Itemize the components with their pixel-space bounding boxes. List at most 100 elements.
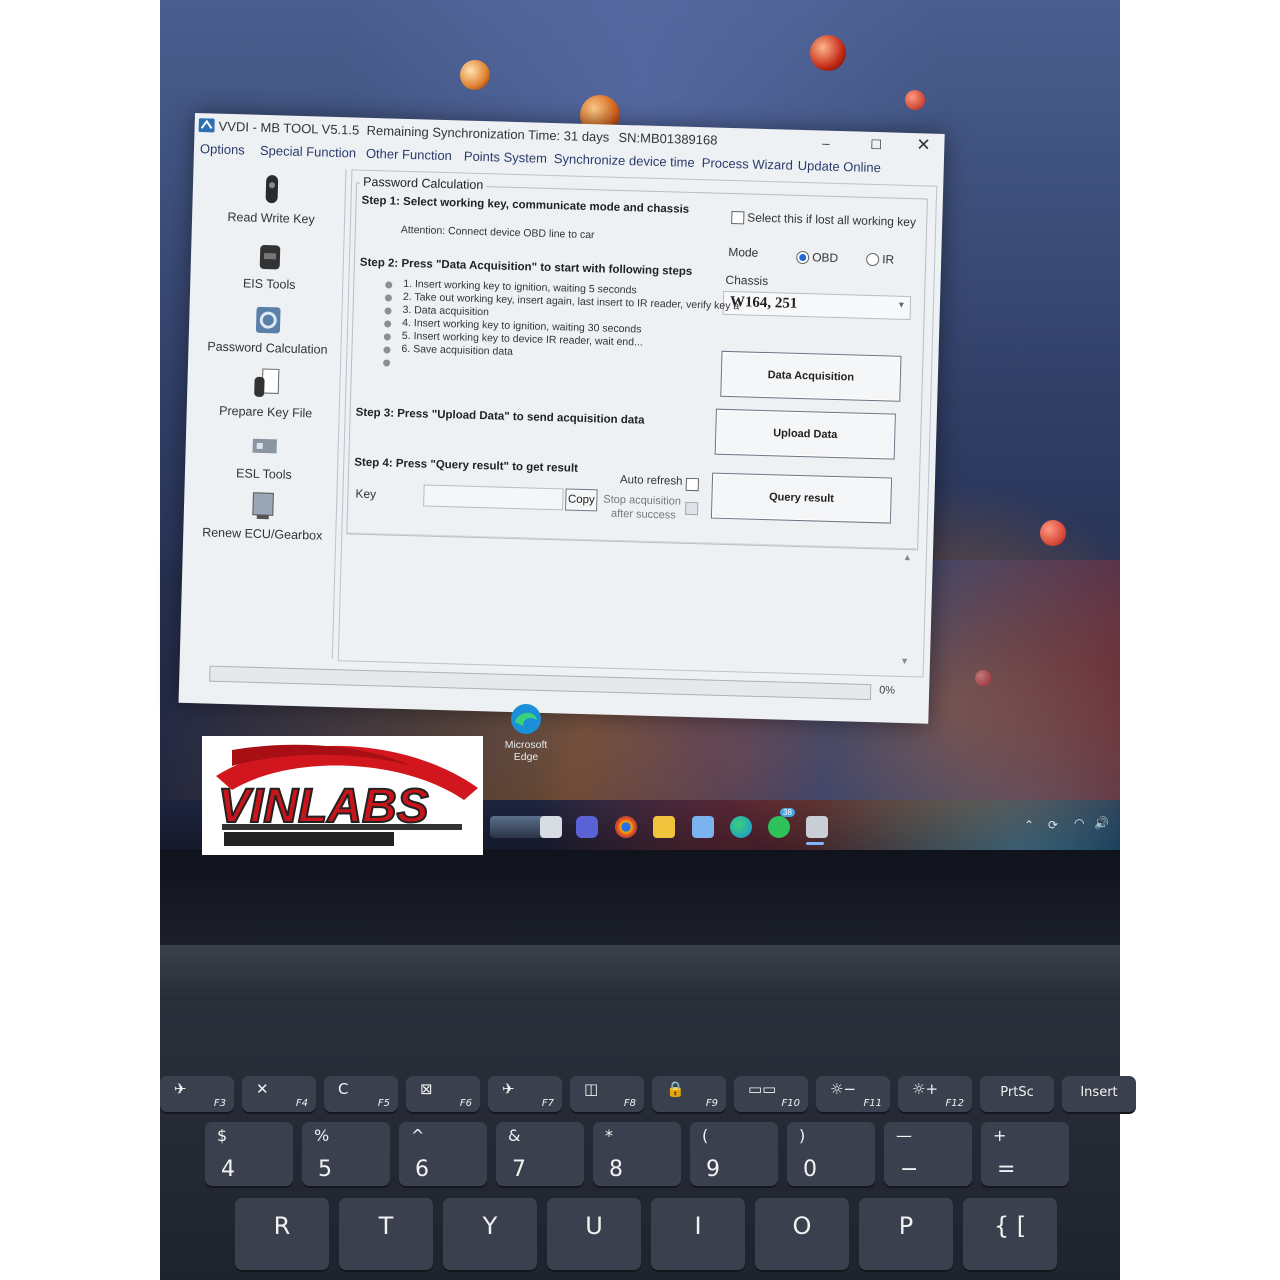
wallpaper-bubble: [1040, 520, 1066, 546]
function-key[interactable]: PrtSc: [980, 1076, 1054, 1112]
function-key-icon: ✈: [174, 1080, 187, 1098]
letter-key[interactable]: I: [651, 1198, 745, 1270]
tray-chevron-up-icon[interactable]: ⌃: [1024, 818, 1034, 832]
function-key-label: F10: [781, 1098, 800, 1109]
vvdi-taskbar-icon[interactable]: [806, 816, 828, 838]
volume-icon[interactable]: 🔊: [1094, 816, 1109, 830]
number-key[interactable]: ) 0: [787, 1122, 875, 1186]
function-sidebar: Read Write Key EIS Tools Password Calcul…: [185, 165, 347, 660]
number-key[interactable]: + =: [981, 1122, 1069, 1186]
query-result-button[interactable]: Query result: [710, 472, 893, 524]
chrome-icon[interactable]: [615, 816, 637, 838]
scroll-down-icon[interactable]: ▼: [900, 656, 909, 666]
number-key[interactable]: % 5: [302, 1122, 390, 1186]
menu-special-function[interactable]: Special Function: [260, 143, 357, 161]
edge-taskbar-icon[interactable]: [730, 816, 752, 838]
function-key[interactable]: ▭▭ F10: [734, 1076, 808, 1112]
sidebar-item-eis-tools[interactable]: EIS Tools: [196, 237, 343, 293]
vvdi-mb-tool-window: VVDI - MB TOOL V5.1.5 Remaining Synchron…: [178, 113, 945, 724]
sidebar-item-renew-ecu-gearbox[interactable]: Renew ECU/Gearbox: [189, 487, 336, 543]
number-key-label: =: [997, 1157, 1016, 1182]
function-key[interactable]: ✈ F7: [488, 1076, 562, 1112]
function-key[interactable]: ◫ F8: [570, 1076, 644, 1112]
sidebar-item-label: Read Write Key: [227, 209, 315, 227]
vinlabs-logo-image: VINLABS: [216, 744, 478, 846]
letter-key[interactable]: T: [339, 1198, 433, 1270]
function-key-label: F5: [377, 1098, 390, 1109]
chassis-value: W164, 251: [729, 294, 798, 312]
number-key[interactable]: ^ 6: [399, 1122, 487, 1186]
password-calculation-panel: Password Calculation Step 1: Select work…: [337, 169, 938, 678]
close-icon[interactable]: ✕: [916, 135, 931, 155]
notification-badge: 38: [780, 808, 795, 817]
file-explorer-icon[interactable]: [653, 816, 675, 838]
upload-data-button[interactable]: Upload Data: [714, 408, 896, 460]
menu-synchronize-device-time[interactable]: Synchronize device time: [554, 151, 695, 170]
ecu-icon: [252, 492, 274, 520]
number-key-label: −: [900, 1157, 919, 1182]
stop-acquisition-checkbox[interactable]: [684, 501, 699, 516]
function-key-label: F4: [295, 1098, 308, 1109]
letter-key[interactable]: P: [859, 1198, 953, 1270]
whatsapp-icon[interactable]: 38: [768, 808, 795, 838]
data-acquisition-button[interactable]: Data Acquisition: [720, 350, 902, 402]
function-key-icon: ☼−: [830, 1080, 857, 1098]
menu-points-system[interactable]: Points System: [464, 149, 547, 166]
copy-button[interactable]: Copy: [565, 488, 598, 512]
sidebar-item-label: Renew ECU/Gearbox: [201, 525, 323, 543]
laptop-hinge: [160, 945, 1120, 1005]
sidebar-item-label: ESL Tools: [235, 466, 292, 482]
edge-desktop-shortcut[interactable]: Microsoft Edge: [500, 702, 552, 763]
password-calc-icon: [255, 306, 281, 334]
letter-key[interactable]: U: [547, 1198, 641, 1270]
menu-update-online[interactable]: Update Online: [798, 158, 882, 175]
mode-obd-label: OBD: [812, 250, 839, 266]
mode-ir-label: IR: [881, 252, 895, 267]
progress-percent: 0%: [878, 684, 896, 697]
number-key[interactable]: — −: [884, 1122, 972, 1186]
function-key[interactable]: ☼− F11: [816, 1076, 890, 1112]
tray-sync-icon[interactable]: ⟳: [1048, 818, 1058, 832]
esl-icon: [252, 438, 277, 454]
number-key[interactable]: & 7: [496, 1122, 584, 1186]
function-key[interactable]: 🔒 F9: [652, 1076, 726, 1112]
store-icon[interactable]: [692, 816, 714, 838]
edge-icon: [511, 704, 541, 734]
letter-key[interactable]: Y: [443, 1198, 537, 1270]
letter-key-label: R: [273, 1212, 291, 1240]
task-view-icon[interactable]: [540, 816, 562, 838]
menu-other-function[interactable]: Other Function: [366, 146, 452, 163]
scroll-up-icon[interactable]: ▲: [903, 552, 912, 562]
maximize-icon[interactable]: ☐: [870, 137, 882, 153]
number-key[interactable]: $4: [205, 1122, 293, 1186]
sidebar-item-esl-tools[interactable]: ESL Tools: [191, 427, 338, 483]
key-label: Key: [355, 486, 377, 502]
function-key[interactable]: ☼+ F12: [898, 1076, 972, 1112]
menu-options[interactable]: Options: [200, 141, 245, 157]
chassis-label: Chassis: [725, 272, 769, 289]
number-key-shift-label: +: [993, 1126, 1007, 1145]
number-key-shift-label: &: [508, 1126, 521, 1145]
teams-chat-icon[interactable]: [576, 816, 598, 838]
wifi-icon[interactable]: ◠: [1074, 816, 1084, 830]
sidebar-item-password-calculation[interactable]: Password Calculation: [194, 301, 341, 357]
function-key[interactable]: ✕ F4: [242, 1076, 316, 1112]
number-key[interactable]: * 8: [593, 1122, 681, 1186]
letter-key[interactable]: O: [755, 1198, 849, 1270]
lost-key-checkbox[interactable]: [731, 211, 745, 225]
menu-process-wizard[interactable]: Process Wizard: [702, 155, 793, 173]
function-key[interactable]: Insert: [1062, 1076, 1136, 1112]
sidebar-item-read-write-key[interactable]: Read Write Key: [198, 171, 345, 227]
number-key-shift-label: *: [605, 1126, 613, 1145]
minimize-icon[interactable]: –: [822, 136, 830, 151]
function-key[interactable]: ⊠ F6: [406, 1076, 480, 1112]
function-key[interactable]: C F5: [324, 1076, 398, 1112]
function-key[interactable]: ✈ F3: [160, 1076, 234, 1112]
auto-refresh-checkbox[interactable]: [685, 477, 699, 492]
letter-key[interactable]: R: [235, 1198, 329, 1270]
stop-acquisition-label: Stop acquisition: [603, 493, 682, 508]
key-field[interactable]: [423, 484, 564, 511]
sidebar-item-prepare-key-file[interactable]: Prepare Key File: [193, 365, 340, 421]
number-key[interactable]: (9: [690, 1122, 778, 1186]
letter-key[interactable]: { [: [963, 1198, 1057, 1270]
